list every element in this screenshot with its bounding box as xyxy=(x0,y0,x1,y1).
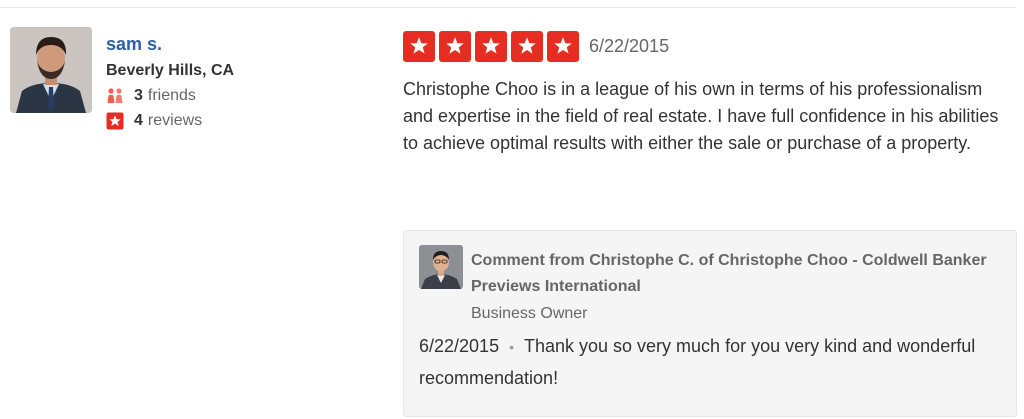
review-date: 6/22/2015 xyxy=(589,35,670,56)
owner-avatar[interactable] xyxy=(419,245,463,289)
user-location: Beverly Hills, CA xyxy=(106,62,235,79)
comment-date: 6/22/2015 xyxy=(419,336,500,356)
comment-body: 6/22/2015 • Thank you so very much for you… xyxy=(419,331,999,394)
reviews-count: 4 reviews xyxy=(106,111,386,131)
star-icon xyxy=(475,30,507,62)
friends-number: 3 xyxy=(134,87,143,104)
star-icon xyxy=(439,30,471,62)
review-text: Christophe Choo is in a league of his ow… xyxy=(403,79,999,153)
star-rating xyxy=(403,30,579,62)
friends-label: friends xyxy=(147,87,196,104)
comment-header: Comment from Christophe C. of Christophe… xyxy=(471,248,991,324)
user-info: sam s. Beverly Hills, CA 3 friends 4 rev… xyxy=(106,33,386,131)
star-icon xyxy=(547,30,579,62)
comment-title: Comment from Christophe C. of Christophe… xyxy=(471,252,987,295)
review-star-icon xyxy=(106,112,124,130)
reviews-label: reviews xyxy=(147,112,203,129)
rating-row: 6/22/2015 xyxy=(403,30,1013,62)
owner-photo xyxy=(419,245,463,289)
friends-icon xyxy=(106,87,124,105)
reviews-number: 4 xyxy=(134,112,143,129)
comment-text: Thank you so very much for you very kind… xyxy=(419,336,976,388)
user-avatar[interactable] xyxy=(10,27,92,113)
review-content: 6/22/2015 Christophe Choo is in a league… xyxy=(403,30,1013,157)
star-icon xyxy=(511,30,543,62)
user-photo xyxy=(10,27,92,113)
star-icon xyxy=(403,30,435,62)
friends-count: 3 friends xyxy=(106,86,386,106)
top-divider xyxy=(0,7,1016,8)
user-name-link[interactable]: sam s. xyxy=(106,33,386,55)
separator-dot: • xyxy=(509,339,514,355)
owner-role: Business Owner xyxy=(471,305,588,322)
owner-comment: Comment from Christophe C. of Christophe… xyxy=(403,230,1017,417)
